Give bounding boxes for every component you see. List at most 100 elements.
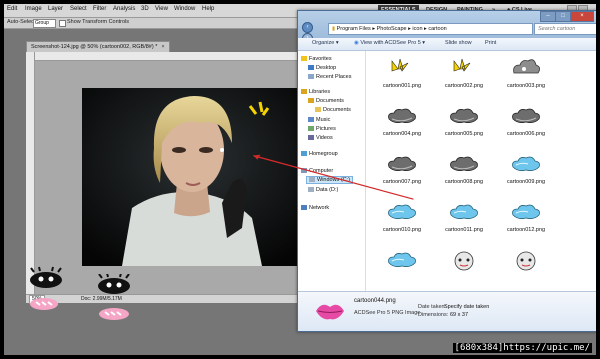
menu-select[interactable]: Select <box>70 6 87 12</box>
file-item[interactable]: cartoon002.png <box>436 57 492 95</box>
file-item[interactable]: cartoon005.png <box>436 105 492 143</box>
file-item[interactable]: cartoon010.png <box>374 201 430 239</box>
menu-edit[interactable]: Edit <box>7 6 17 12</box>
nav-computer[interactable]: Computer <box>301 168 333 174</box>
canvas-area[interactable] <box>35 61 306 294</box>
explorer-maximize-icon[interactable]: □ <box>555 11 571 22</box>
grey-cloud-icon <box>512 108 540 123</box>
photo-canvas[interactable] <box>82 88 302 266</box>
nav-documents[interactable]: Documents <box>308 98 344 104</box>
auto-select-dropdown[interactable]: Group <box>33 19 56 28</box>
nav-videos[interactable]: Videos <box>308 135 333 141</box>
folder-icon <box>315 107 321 113</box>
nav-pictures[interactable]: Pictures <box>308 126 336 132</box>
yellow-shock-lines-icon <box>391 58 409 72</box>
yellow-shock-lines-icon <box>453 58 471 72</box>
file-item[interactable]: cartoon008.png <box>436 153 492 191</box>
watermark: [680x384]https://upic.me/ <box>452 343 592 353</box>
file-item[interactable]: cartoon001.png <box>374 57 430 95</box>
grey-cloud-icon <box>450 108 478 123</box>
breadcrumb-photoscape[interactable]: PhotoScape <box>377 26 407 32</box>
screenshot-frame: Edit Image Layer Select Filter Analysis … <box>4 4 596 355</box>
slide-show-button[interactable]: Slide show <box>445 40 472 46</box>
menu-analysis[interactable]: Analysis <box>113 6 135 12</box>
grey-cloud-icon <box>388 108 416 123</box>
nav-desktop[interactable]: Desktop <box>308 65 336 71</box>
explorer-close-icon[interactable]: × <box>570 11 594 22</box>
file-item[interactable]: cartoon011.png <box>436 201 492 239</box>
blue-cloud-icon <box>450 204 478 219</box>
date-taken-value[interactable]: Specify date taken <box>444 304 489 310</box>
details-file-name: cartoon044.png <box>354 298 396 304</box>
navigation-pane: Favorites Desktop Recent Places Librarie… <box>298 51 366 291</box>
file-name: cartoon010.png <box>382 227 422 233</box>
nav-music-label: Music <box>316 117 331 123</box>
menu-filter[interactable]: Filter <box>93 6 106 12</box>
nav-music[interactable]: Music <box>308 117 330 123</box>
ruler-vertical <box>26 52 35 294</box>
address-bar[interactable]: ▮ Program Files ▸ PhotoScape ▸ icon ▸ ca… <box>328 23 533 35</box>
file-item[interactable]: cartoon004.png <box>374 105 430 143</box>
document-tab[interactable]: Screenshot-124.jpg @ 50% (cartoon002, RG… <box>26 41 170 52</box>
search-input[interactable]: Search cartoon <box>534 23 596 35</box>
nav-desktop-label: Desktop <box>316 65 337 71</box>
explorer-nav-buttons: ‹› <box>302 22 322 44</box>
nav-network[interactable]: Network <box>301 205 329 211</box>
videos-icon <box>308 135 314 141</box>
breadcrumb-cartoon[interactable]: cartoon <box>428 26 446 32</box>
menu-window[interactable]: Window <box>174 6 195 12</box>
blue-cloud-icon <box>512 156 540 171</box>
dimensions-value: 69 x 37 <box>450 312 469 318</box>
chevron-down-icon: ▾ <box>335 40 339 46</box>
file-item[interactable]: cartoon009.png <box>498 153 554 191</box>
file-item[interactable] <box>436 249 492 287</box>
nav-network-label: Network <box>309 205 330 211</box>
menu-layer[interactable]: Layer <box>48 6 63 12</box>
nav-recent-places[interactable]: Recent Places <box>308 74 351 80</box>
file-name: cartoon002.png <box>444 83 484 89</box>
nav-data-d[interactable]: Data (D:) <box>308 187 338 193</box>
print-button[interactable]: Print <box>485 40 496 46</box>
homegroup-icon <box>301 151 307 157</box>
breadcrumb-program-files[interactable]: Program Files <box>337 26 371 32</box>
nav-data-d-label: Data (D:) <box>316 187 339 193</box>
blue-cloud-icon <box>512 204 540 219</box>
file-name: cartoon003.png <box>506 83 546 89</box>
nav-windows-c[interactable]: Windows (C:) <box>306 176 354 184</box>
menu-image[interactable]: Image <box>25 6 42 12</box>
grey-cloud-icon <box>388 156 416 171</box>
network-icon <box>301 205 307 211</box>
nav-libraries-label: Libraries <box>309 89 331 95</box>
recent-places-icon <box>308 74 314 80</box>
file-item[interactable] <box>498 249 554 287</box>
breadcrumb-icon[interactable]: icon <box>412 26 422 32</box>
explorer-minimize-icon[interactable]: – <box>540 11 556 22</box>
details-pane: cartoon044.png ACDSee Pro 5 PNG Image Da… <box>298 291 596 331</box>
pictures-icon <box>308 126 314 132</box>
view-with-button[interactable]: ◉ View with ACDSee Pro 5 ▾ <box>354 40 425 46</box>
cartoon-eyes-sticker-left <box>30 266 62 310</box>
file-item[interactable]: cartoon007.png <box>374 153 430 191</box>
nav-favorites[interactable]: Favorites <box>301 56 332 62</box>
file-item[interactable] <box>374 249 430 287</box>
nav-favorites-label: Favorites <box>309 56 332 62</box>
menu-3d[interactable]: 3D <box>141 6 149 12</box>
menu-help[interactable]: Help <box>202 6 214 12</box>
show-transform-checkbox[interactable] <box>59 20 66 27</box>
back-icon[interactable]: ‹ <box>302 22 313 33</box>
organize-label: Organize <box>312 40 335 46</box>
nav-homegroup-label: Homegroup <box>309 151 338 157</box>
documents-icon <box>308 98 314 104</box>
organize-button[interactable]: Organize ▾ <box>312 40 339 46</box>
nav-documents-sub[interactable]: Documents <box>315 107 351 113</box>
close-tab-icon[interactable]: × <box>161 44 164 50</box>
file-item[interactable]: cartoon012.png <box>498 201 554 239</box>
view-with-label: View with ACDSee Pro 5 <box>360 40 421 46</box>
file-item[interactable]: cartoon006.png <box>498 105 554 143</box>
file-item[interactable]: cartoon003.png <box>498 57 554 95</box>
chevron-down-icon: ▾ <box>422 40 426 46</box>
lips-preview-icon <box>316 304 344 320</box>
nav-libraries[interactable]: Libraries <box>301 89 330 95</box>
menu-view[interactable]: View <box>155 6 168 12</box>
nav-homegroup[interactable]: Homegroup <box>301 151 338 157</box>
